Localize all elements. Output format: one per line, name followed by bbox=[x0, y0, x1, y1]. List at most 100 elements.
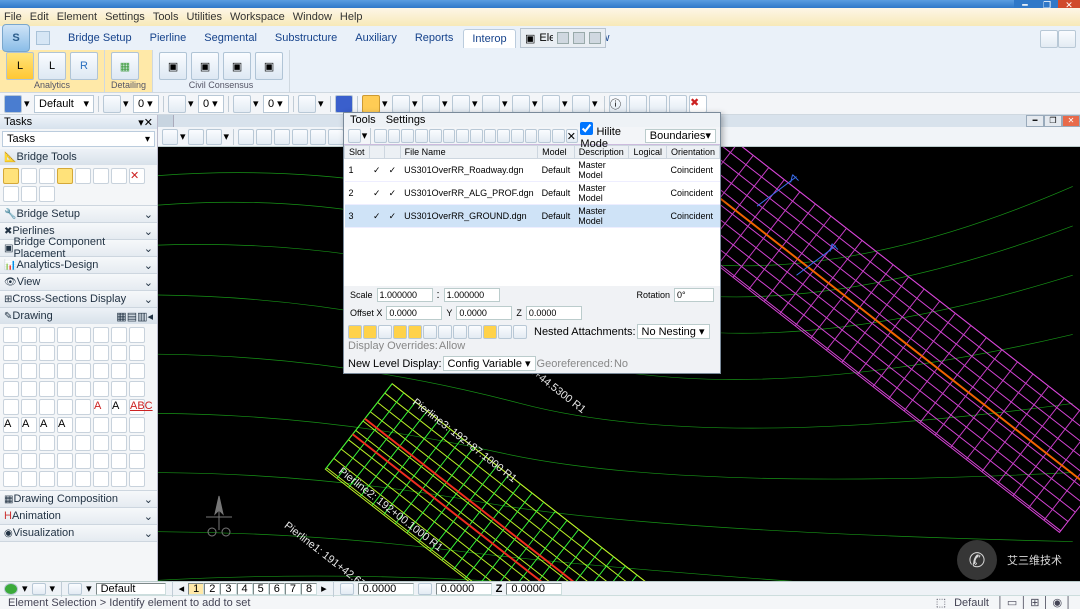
tool-btn[interactable] bbox=[422, 95, 440, 113]
ribbon-tab-bridge-setup[interactable]: Bridge Setup bbox=[60, 29, 140, 48]
view-tool[interactable] bbox=[274, 129, 290, 145]
section-bcp[interactable]: ▣ Bridge Component Placement⌄ bbox=[0, 240, 157, 256]
hilite-checkbox[interactable] bbox=[580, 122, 593, 135]
color-picker[interactable] bbox=[4, 95, 22, 113]
menu-file[interactable]: File bbox=[4, 11, 22, 23]
tool-btn[interactable] bbox=[93, 381, 109, 397]
view-close-button[interactable]: ✕ bbox=[1062, 115, 1080, 127]
ref-toggle[interactable] bbox=[408, 325, 422, 339]
col-slot[interactable]: Slot bbox=[345, 146, 370, 159]
ref-toggle[interactable] bbox=[468, 325, 482, 339]
tool-btn[interactable] bbox=[21, 399, 37, 415]
refwin-tool[interactable] bbox=[552, 129, 565, 143]
table-row[interactable]: 3✓✓US301OverRR_GROUND.dgnDefaultMaster M… bbox=[345, 205, 720, 228]
ribbon-tab-pierline[interactable]: Pierline bbox=[142, 29, 195, 48]
refwin-tool[interactable] bbox=[511, 129, 524, 143]
ribbon-btn-revisions[interactable]: ▣ bbox=[255, 52, 283, 80]
menu-settings[interactable]: Settings bbox=[105, 11, 145, 23]
tool-select-arrow[interactable] bbox=[3, 168, 19, 184]
view-max-button[interactable]: ❐ bbox=[1044, 115, 1062, 127]
refwin-tool[interactable] bbox=[401, 129, 414, 143]
tool-btn[interactable] bbox=[629, 95, 647, 113]
refwin-tool[interactable] bbox=[374, 129, 387, 143]
tool-btn[interactable] bbox=[75, 471, 91, 487]
tool-btn[interactable] bbox=[57, 381, 73, 397]
tool-btn[interactable] bbox=[111, 435, 127, 451]
ribbon-tab-reports[interactable]: Reports bbox=[407, 29, 462, 48]
tool-btn[interactable] bbox=[129, 471, 145, 487]
tool-btn[interactable] bbox=[21, 381, 37, 397]
view-8-button[interactable]: 8 bbox=[301, 583, 317, 595]
tool-btn[interactable] bbox=[129, 417, 145, 433]
view-2-button[interactable]: 2 bbox=[204, 583, 220, 595]
refwin-tool[interactable] bbox=[538, 129, 551, 143]
menu-window[interactable]: Window bbox=[293, 11, 332, 23]
tool-select[interactable]: 0 ▾ bbox=[198, 95, 224, 113]
tool-btn[interactable] bbox=[3, 363, 19, 379]
col-model[interactable]: Model bbox=[538, 146, 575, 159]
tool-btn[interactable] bbox=[21, 168, 37, 184]
ribbon-btn-lbs[interactable]: L bbox=[38, 52, 66, 80]
ribbon-btn-lbc[interactable]: L bbox=[6, 52, 34, 80]
tasks-dropdown[interactable]: Tasks▾ bbox=[2, 131, 155, 147]
rotation-input[interactable] bbox=[674, 288, 714, 302]
info-button[interactable]: ⓘ bbox=[609, 95, 627, 113]
tool-btn[interactable] bbox=[111, 363, 127, 379]
tool-btn[interactable] bbox=[3, 399, 19, 415]
newlevel-select[interactable]: Config Variable ▾ bbox=[443, 356, 536, 371]
tool-btn[interactable] bbox=[129, 435, 145, 451]
tool-btn[interactable] bbox=[3, 435, 19, 451]
refwin-tool[interactable]: ✕ bbox=[566, 129, 579, 143]
section-drawcomp[interactable]: ▦ Drawing Composition⌄ bbox=[0, 491, 157, 507]
tool-btn[interactable] bbox=[57, 363, 73, 379]
tool-btn[interactable] bbox=[93, 363, 109, 379]
refwin-tool[interactable] bbox=[484, 129, 497, 143]
window-maximize-button[interactable]: ❐ bbox=[1036, 0, 1058, 8]
refwin-tool[interactable] bbox=[443, 129, 456, 143]
tool-btn[interactable] bbox=[93, 327, 109, 343]
ref-toggle[interactable] bbox=[393, 325, 407, 339]
menu-tools[interactable]: Tools bbox=[153, 11, 179, 23]
tool-btn[interactable] bbox=[21, 363, 37, 379]
section-bridge-setup[interactable]: 🔧 Bridge Setup⌄ bbox=[0, 206, 157, 222]
menu-element[interactable]: Element bbox=[57, 11, 97, 23]
view-5-button[interactable]: 5 bbox=[253, 583, 269, 595]
tool-btn[interactable] bbox=[39, 345, 55, 361]
view-4-button[interactable]: 4 bbox=[237, 583, 253, 595]
tool-btn[interactable] bbox=[39, 453, 55, 469]
refwin-tool[interactable] bbox=[497, 129, 510, 143]
view-tool[interactable] bbox=[328, 129, 344, 145]
tool-btn[interactable] bbox=[93, 453, 109, 469]
level-select[interactable]: Default▾ bbox=[34, 95, 94, 113]
view-3-button[interactable]: 3 bbox=[220, 583, 236, 595]
tool-btn[interactable] bbox=[75, 381, 91, 397]
tool-btn[interactable] bbox=[57, 471, 73, 487]
tool-btn[interactable] bbox=[93, 345, 109, 361]
quick-access-button[interactable] bbox=[36, 31, 50, 45]
tool-btn[interactable] bbox=[93, 435, 109, 451]
tool-btn[interactable] bbox=[39, 471, 55, 487]
tool-btn[interactable] bbox=[3, 345, 19, 361]
tool-btn[interactable] bbox=[482, 95, 500, 113]
tool-btn[interactable] bbox=[111, 453, 127, 469]
col-orient[interactable]: Orientation bbox=[666, 146, 719, 159]
tool-btn[interactable] bbox=[111, 381, 127, 397]
refwin-tool[interactable] bbox=[429, 129, 442, 143]
style-cell[interactable]: Default bbox=[96, 583, 166, 595]
tool-btn[interactable] bbox=[3, 186, 19, 202]
tool-btn[interactable] bbox=[21, 471, 37, 487]
view-tool[interactable] bbox=[206, 129, 222, 145]
tool-btn[interactable]: ABC bbox=[129, 399, 145, 415]
tool-btn[interactable] bbox=[3, 453, 19, 469]
tool-btn[interactable] bbox=[75, 327, 91, 343]
menu-utilities[interactable]: Utilities bbox=[187, 11, 222, 23]
tool-btn[interactable] bbox=[669, 95, 687, 113]
app-icon[interactable]: S bbox=[2, 24, 30, 52]
ribbon-tab-segmental[interactable]: Segmental bbox=[196, 29, 265, 48]
tool-btn[interactable] bbox=[57, 327, 73, 343]
ribbon-btn-rm[interactable]: R bbox=[70, 52, 98, 80]
tool-btn[interactable] bbox=[168, 95, 186, 113]
ref-toggle[interactable] bbox=[423, 325, 437, 339]
col-icon1[interactable] bbox=[369, 146, 385, 159]
delete-refs-button[interactable]: ✖ bbox=[689, 95, 707, 113]
